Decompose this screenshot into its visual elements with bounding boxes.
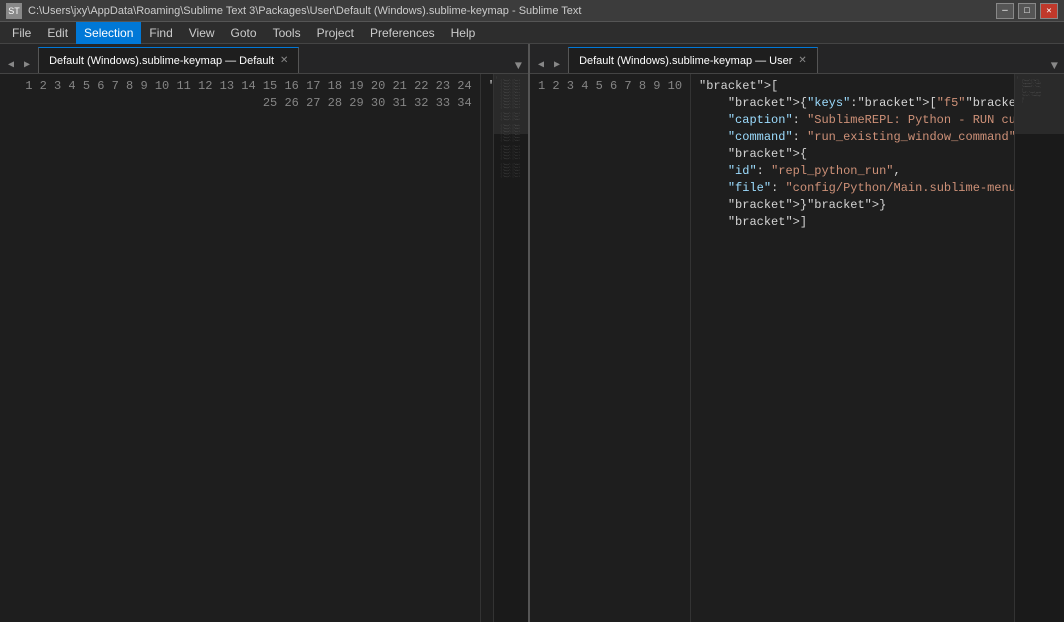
left-tab-close[interactable]: ✕ <box>280 55 288 66</box>
left-nav-prev[interactable]: ◀ <box>4 57 18 73</box>
left-pane: ◀ ▶ Default (Windows).sublime-keymap — D… <box>0 44 530 622</box>
maximize-button[interactable]: □ <box>1018 3 1036 19</box>
right-tab-active[interactable]: Default (Windows).sublime-keymap — User … <box>568 47 818 73</box>
minimize-button[interactable]: ─ <box>996 3 1014 19</box>
window-controls[interactable]: ─ □ ✕ <box>996 3 1058 19</box>
right-tab-content: Default (Windows).sublime-keymap — User … <box>568 47 1045 73</box>
left-code-area[interactable]: 1 2 3 4 5 6 7 8 9 10 11 12 13 14 15 16 1… <box>0 74 528 622</box>
right-tab-close[interactable]: ✕ <box>798 55 806 66</box>
close-button[interactable]: ✕ <box>1040 3 1058 19</box>
right-minimap[interactable]: [ {"keys":["f5"], "caption": "Subl "comm… <box>1014 74 1064 622</box>
editor-area: ◀ ▶ Default (Windows).sublime-keymap — D… <box>0 44 1064 622</box>
right-nav-next[interactable]: ▶ <box>550 57 564 73</box>
menu-goto[interactable]: Goto <box>223 22 265 44</box>
right-pane: ◀ ▶ Default (Windows).sublime-keymap — U… <box>530 44 1064 622</box>
menu-project[interactable]: Project <box>309 22 362 44</box>
menu-find[interactable]: Find <box>141 22 180 44</box>
left-tab-active[interactable]: Default (Windows).sublime-keymap — Defau… <box>38 47 299 73</box>
left-line-numbers: 1 2 3 4 5 6 7 8 9 10 11 12 13 14 15 16 1… <box>0 74 481 622</box>
app-icon: ST <box>6 3 22 19</box>
left-tab-nav[interactable]: ◀ ▶ <box>0 57 38 73</box>
menu-selection[interactable]: Selection <box>76 22 141 44</box>
left-minimap[interactable]: [ { "keys": ["ctrl { "keys": ["ctrl { "k… <box>493 74 528 622</box>
right-tab-dropdown[interactable]: ▼ <box>1045 59 1064 73</box>
menu-preferences[interactable]: Preferences <box>362 22 443 44</box>
menu-tools[interactable]: Tools <box>265 22 309 44</box>
right-tab-label: Default (Windows).sublime-keymap — User <box>579 55 792 67</box>
window-title: C:\Users\jxy\AppData\Roaming\Sublime Tex… <box>28 5 581 17</box>
left-tab-dropdown[interactable]: ▼ <box>509 59 528 73</box>
menu-view[interactable]: View <box>181 22 223 44</box>
right-tab-nav[interactable]: ◀ ▶ <box>530 57 568 73</box>
right-code-content[interactable]: "bracket">[ "bracket">{"keys":"bracket">… <box>691 74 1014 622</box>
right-line-numbers: 1 2 3 4 5 6 7 8 9 10 <box>530 74 691 622</box>
right-tab-bar: ◀ ▶ Default (Windows).sublime-keymap — U… <box>530 44 1064 74</box>
left-minimap-viewport <box>494 74 528 134</box>
right-minimap-viewport <box>1015 74 1064 134</box>
right-code-area[interactable]: 1 2 3 4 5 6 7 8 9 10 "bracket">[ "bracke… <box>530 74 1064 622</box>
menu-bar: File Edit Selection Find View Goto Tools… <box>0 22 1064 44</box>
left-nav-next[interactable]: ▶ <box>20 57 34 73</box>
right-nav-prev[interactable]: ◀ <box>534 57 548 73</box>
left-tab-label: Default (Windows).sublime-keymap — Defau… <box>49 55 274 67</box>
left-tab-content: Default (Windows).sublime-keymap — Defau… <box>38 47 509 73</box>
left-tab-bar: ◀ ▶ Default (Windows).sublime-keymap — D… <box>0 44 528 74</box>
title-bar: ST C:\Users\jxy\AppData\Roaming\Sublime … <box>0 0 1064 22</box>
menu-edit[interactable]: Edit <box>39 22 76 44</box>
menu-file[interactable]: File <box>4 22 39 44</box>
left-code-content[interactable]: "bracket">[ "bracket">{ "keys": "bracket… <box>481 74 493 622</box>
menu-help[interactable]: Help <box>443 22 484 44</box>
title-bar-left: ST C:\Users\jxy\AppData\Roaming\Sublime … <box>6 3 581 19</box>
